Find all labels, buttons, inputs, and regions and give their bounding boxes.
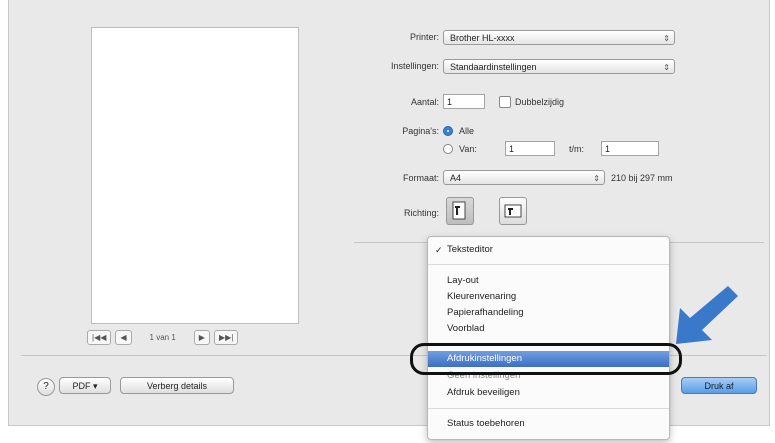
pages-to-field[interactable]: 1 (601, 141, 659, 156)
callout-arrow-icon (676, 286, 738, 344)
paper-dimensions: 210 bij 297 mm (611, 173, 673, 183)
menu-item-cover-page[interactable]: Voorblad (428, 321, 669, 337)
next-page-button[interactable]: ▶ (193, 330, 210, 345)
updown-icon: ⇕ (593, 174, 600, 183)
duplex-checkbox[interactable] (499, 96, 511, 108)
printer-select[interactable]: Brother HL-xxxx ⇕ (443, 30, 675, 45)
copies-label: Aantal: (410, 97, 439, 107)
duplex-label: Dubbelzijdig (515, 97, 565, 107)
landscape-button[interactable] (499, 197, 527, 225)
menu-item-paper-handling[interactable]: Papierafhandeling (428, 305, 669, 321)
pages-from-field[interactable]: 1 (505, 141, 555, 156)
pages-range-radio[interactable] (443, 144, 453, 154)
presets-label: Instellingen: (390, 61, 439, 71)
pdf-menu-button[interactable]: PDF ▾ (59, 377, 111, 394)
pages-all-label: Alle (459, 126, 475, 136)
preview-pager: |◀◀ ◀ 1 van 1 ▶ ▶▶| (87, 329, 239, 346)
printer-value: Brother HL-xxxx (450, 33, 515, 43)
portrait-button[interactable] (446, 197, 474, 225)
first-page-button[interactable]: |◀◀ (87, 330, 112, 345)
help-button[interactable]: ? (37, 378, 55, 396)
page-counter: 1 van 1 (149, 333, 176, 342)
presets-value: Standaardinstellingen (450, 62, 537, 72)
menu-item-text-editor[interactable]: Teksteditor (428, 242, 669, 258)
pages-all-radio[interactable] (443, 126, 453, 136)
updown-icon: ⇕ (663, 63, 670, 72)
printer-label: Printer: (409, 32, 439, 42)
print-button[interactable]: Druk af (681, 377, 757, 394)
chevron-down-icon: ▾ (92, 381, 98, 391)
last-page-button[interactable]: ▶▶| (213, 330, 239, 345)
portrait-icon (452, 201, 466, 220)
landscape-icon (504, 204, 522, 218)
paper-size-value: A4 (450, 173, 462, 183)
page-preview (91, 27, 299, 324)
pdf-label: PDF (72, 381, 91, 391)
updown-icon: ⇕ (663, 34, 670, 43)
paper-size-label: Formaat: (402, 173, 439, 183)
pages-from-label: Van: (459, 144, 477, 154)
pages-label: Pagina's: (402, 126, 439, 136)
paper-size-select[interactable]: A4 ⇕ (443, 170, 605, 185)
prev-page-button[interactable]: ◀ (115, 330, 132, 345)
pages-to-label: t/m: (569, 144, 584, 154)
menu-item-supplies-status[interactable]: Status toebehoren (428, 416, 669, 432)
settings-panel-menu: Teksteditor Lay-out Kleurenvenaring Papi… (427, 236, 670, 440)
hide-details-button[interactable]: Verberg details (120, 377, 234, 394)
menu-separator (428, 264, 669, 265)
presets-select[interactable]: Standaardinstellingen ⇕ (443, 59, 675, 74)
menu-separator (428, 408, 669, 409)
callout-ring (410, 343, 682, 375)
menu-item-color-matching[interactable]: Kleurenvenaring (428, 289, 669, 305)
menu-item-layout[interactable]: Lay-out (428, 273, 669, 289)
orientation-label: Richting: (403, 208, 439, 218)
copies-field[interactable]: 1 (443, 94, 485, 109)
menu-item-secure-print[interactable]: Afdruk beveiligen (428, 385, 669, 401)
